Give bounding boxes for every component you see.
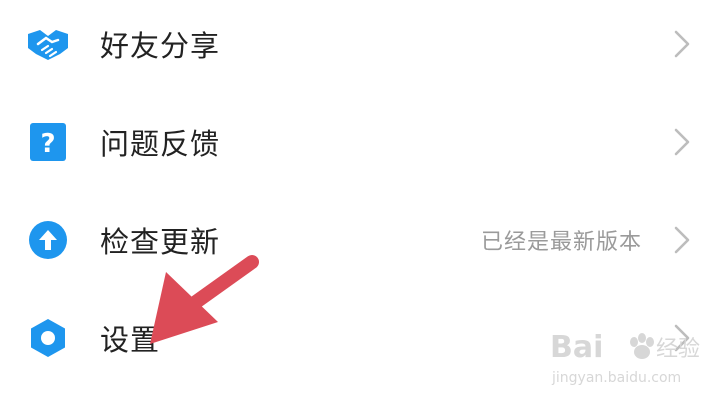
paw-icon — [630, 333, 654, 359]
handshake-icon — [26, 22, 70, 66]
chevron-right-icon — [674, 128, 690, 156]
hexagon-settings-icon — [26, 316, 70, 360]
menu-item-label: 设置 — [100, 323, 161, 357]
baidu-watermark: Bai 经验 jingyan.baidu.com — [550, 330, 700, 386]
menu-item-label: 检查更新 — [100, 225, 221, 259]
chevron-right-icon — [674, 226, 690, 254]
chevron-right-icon — [674, 30, 690, 58]
upload-arrow-icon — [26, 218, 70, 262]
menu-item-feedback[interactable]: ? 问题反馈 — [0, 94, 716, 190]
svg-text:?: ? — [40, 129, 55, 159]
watermark-brand-cn: 经验 — [656, 337, 700, 362]
menu-item-check-update[interactable]: 检查更新 已经是最新版本 — [0, 192, 716, 288]
watermark-url: jingyan.baidu.com — [551, 370, 681, 386]
menu-item-label: 好友分享 — [100, 29, 221, 63]
watermark-brand: Bai — [550, 330, 603, 365]
question-icon: ? — [26, 120, 70, 164]
menu-item-status: 已经是最新版本 — [480, 230, 642, 255]
menu-item-label: 问题反馈 — [100, 127, 221, 161]
menu-item-share-friends[interactable]: 好友分享 — [0, 0, 716, 92]
